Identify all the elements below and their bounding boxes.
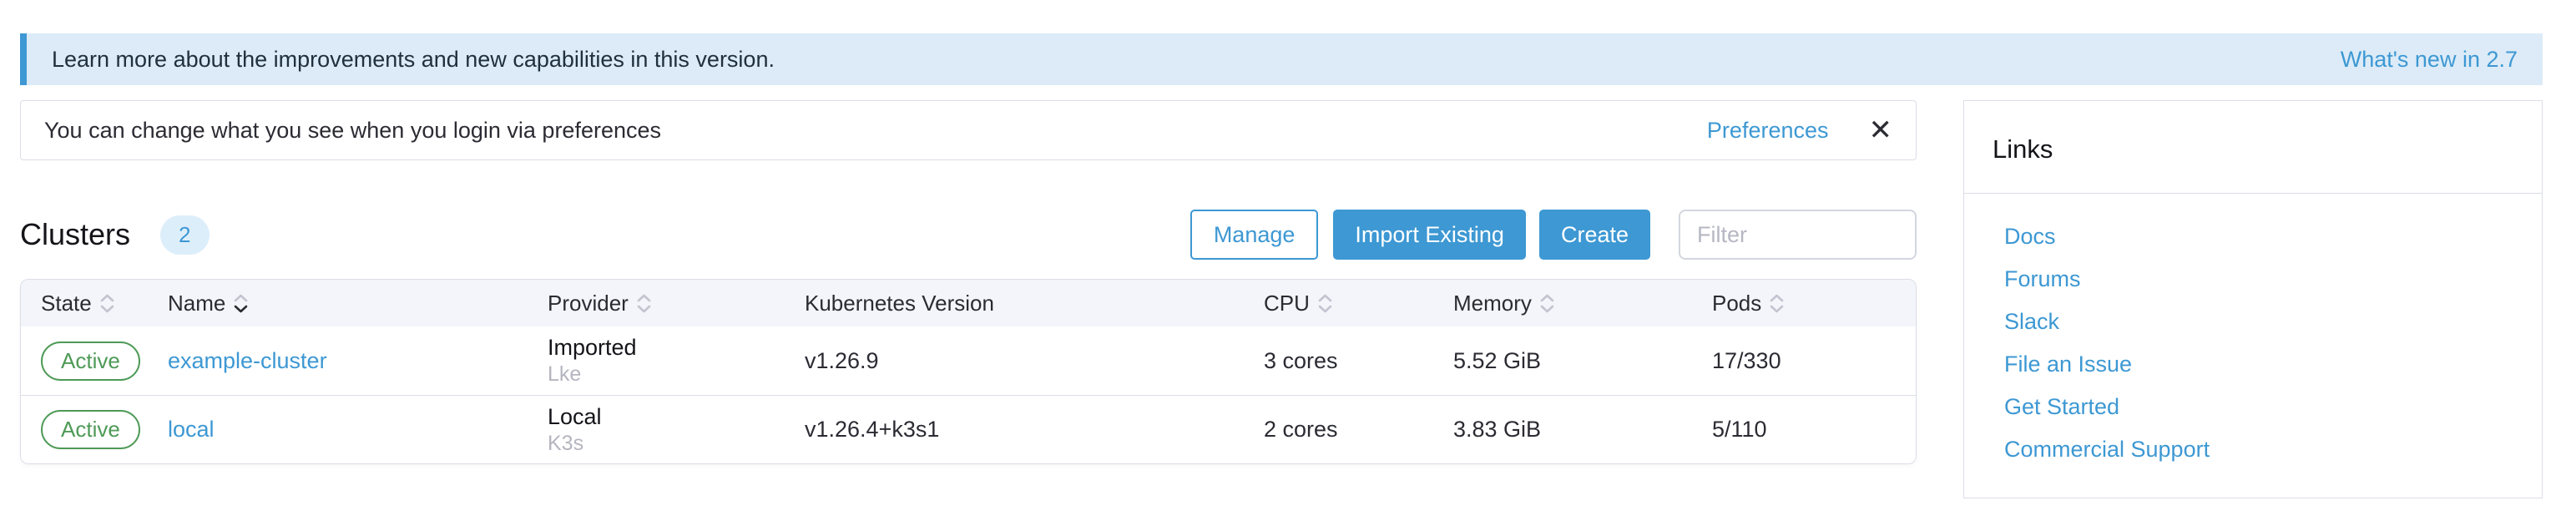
status-badge: Active	[41, 410, 140, 449]
name-cell: local	[168, 417, 548, 443]
version-banner: Learn more about the improvements and ne…	[20, 33, 2543, 85]
column-header-state[interactable]: State	[41, 291, 168, 316]
create-button[interactable]: Create	[1539, 210, 1650, 260]
provider-distro: K3s	[548, 432, 805, 456]
sort-icon[interactable]	[637, 294, 651, 313]
kubernetes-version-cell: v1.26.4+k3s1	[805, 417, 1264, 443]
link-file-an-issue[interactable]: File an Issue	[2004, 352, 2513, 377]
version-banner-message: Learn more about the improvements and ne…	[52, 47, 775, 73]
cpu-cell: 3 cores	[1264, 348, 1453, 374]
close-icon[interactable]: ✕	[1869, 116, 1893, 144]
link-docs[interactable]: Docs	[2004, 224, 2513, 250]
name-cell: example-cluster	[168, 348, 548, 374]
column-header-memory[interactable]: Memory	[1453, 291, 1712, 316]
table-header-row: State Name Provider	[21, 280, 1916, 326]
page-title: Clusters	[20, 217, 130, 252]
link-get-started[interactable]: Get Started	[2004, 394, 2513, 420]
preferences-banner: You can change what you see when you log…	[20, 100, 1917, 160]
table-row: Active example-cluster Imported Lke v1.2…	[21, 326, 1916, 395]
links-panel: Links Docs Forums Slack File an Issue Ge…	[1963, 100, 2543, 498]
provider-cell: Local K3s	[548, 404, 805, 456]
provider-cell: Imported Lke	[548, 335, 805, 387]
sort-icon-active[interactable]	[234, 294, 248, 313]
status-badge: Active	[41, 341, 140, 381]
memory-cell: 3.83 GiB	[1453, 417, 1712, 443]
cpu-cell: 2 cores	[1264, 417, 1453, 443]
import-existing-button[interactable]: Import Existing	[1333, 210, 1526, 260]
column-header-provider[interactable]: Provider	[548, 291, 805, 316]
link-forums[interactable]: Forums	[2004, 266, 2513, 292]
state-cell: Active	[41, 341, 168, 381]
pods-cell: 17/330	[1712, 348, 1896, 374]
main-content: You can change what you see when you log…	[20, 100, 1917, 464]
kubernetes-version-cell: v1.26.9	[805, 348, 1264, 374]
state-cell: Active	[41, 410, 168, 449]
column-header-pods[interactable]: Pods	[1712, 291, 1896, 316]
cluster-link[interactable]: local	[168, 417, 215, 442]
cluster-count-badge: 2	[160, 215, 209, 255]
main-columns: You can change what you see when you log…	[20, 100, 2543, 498]
clusters-table: State Name Provider	[20, 279, 1917, 464]
table-row: Active local Local K3s v1.26.4+k3s1 2 co…	[21, 395, 1916, 463]
links-sidebar: Links Docs Forums Slack File an Issue Ge…	[1963, 100, 2543, 498]
filter-input[interactable]	[1679, 210, 1917, 260]
preferences-link[interactable]: Preferences	[1707, 118, 1829, 144]
sort-icon[interactable]	[1318, 294, 1332, 313]
column-header-kubernetes-version[interactable]: Kubernetes Version	[805, 291, 1264, 316]
link-commercial-support[interactable]: Commercial Support	[2004, 437, 2513, 463]
links-list: Docs Forums Slack File an Issue Get Star…	[1964, 194, 2542, 498]
provider-type: Local	[548, 404, 805, 430]
preferences-banner-message: You can change what you see when you log…	[44, 118, 661, 144]
sort-icon[interactable]	[1540, 294, 1554, 313]
column-header-name[interactable]: Name	[168, 291, 548, 316]
sort-icon[interactable]	[1770, 294, 1784, 313]
provider-type: Imported	[548, 335, 805, 361]
memory-cell: 5.52 GiB	[1453, 348, 1712, 374]
manage-button[interactable]: Manage	[1190, 210, 1319, 260]
clusters-header-row: Clusters 2 Manage Import Existing Create	[20, 209, 1917, 261]
sort-icon[interactable]	[100, 294, 114, 313]
provider-distro: Lke	[548, 362, 805, 387]
link-slack[interactable]: Slack	[2004, 309, 2513, 335]
column-header-cpu[interactable]: CPU	[1264, 291, 1453, 316]
pods-cell: 5/110	[1712, 417, 1896, 443]
links-panel-title: Links	[1964, 101, 2542, 194]
cluster-link[interactable]: example-cluster	[168, 348, 327, 373]
whats-new-link[interactable]: What's new in 2.7	[2341, 47, 2518, 73]
